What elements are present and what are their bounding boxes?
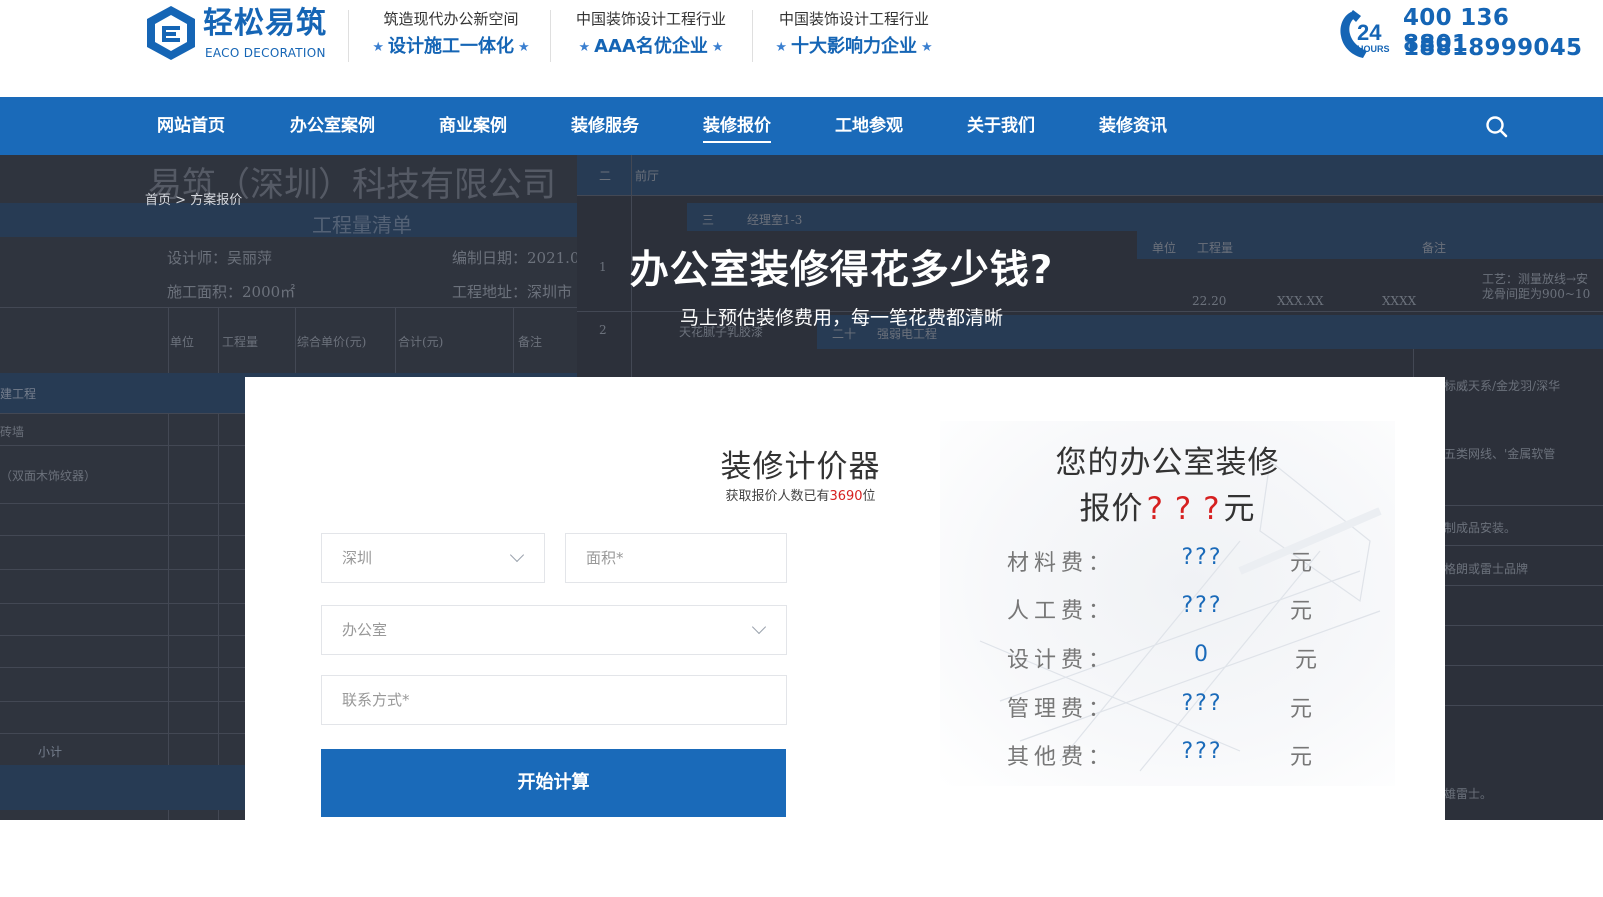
nav-item-commercial-cases[interactable]: 商业案例 bbox=[439, 97, 507, 155]
result-row-label: 管理费： bbox=[1007, 697, 1116, 722]
slogan-3-line2: ★ 十大影响力企业 ★ bbox=[757, 32, 951, 63]
space-type-value: 办公室 bbox=[342, 621, 388, 639]
header-divider bbox=[348, 10, 349, 62]
result-row-label: 材料费： bbox=[1007, 551, 1116, 576]
nav-item-quote[interactable]: 装修报价 bbox=[703, 97, 771, 155]
result-row-value: ??? bbox=[1181, 691, 1223, 716]
hero-title: 办公室装修得花多少钱? bbox=[629, 248, 1054, 293]
result-row-value: ??? bbox=[1181, 739, 1223, 764]
slogan-1-line1: 筑造现代办公新空间 bbox=[383, 10, 519, 28]
breadcrumb: 首页 > 方案报价 bbox=[145, 189, 242, 208]
city-select[interactable]: 深圳 bbox=[321, 533, 545, 583]
search-icon[interactable] bbox=[1484, 114, 1510, 140]
hotline: 24 HOURS 400 136 8801 18818999045 bbox=[1337, 4, 1582, 64]
result-row-unit: 元 bbox=[1290, 697, 1313, 722]
breadcrumb-home[interactable]: 首页 bbox=[145, 193, 171, 208]
result-row-unit: 元 bbox=[1290, 745, 1313, 770]
slogan-2: 中国装饰设计工程行业 ★ AAA名优企业 ★ bbox=[556, 8, 746, 64]
result-row-unit: 元 bbox=[1290, 551, 1313, 576]
result-row-label: 设计费： bbox=[1007, 648, 1116, 673]
quote-result-panel: 您的办公室装修 报价? ? ?元 材料费： ??? 元 人工费： ??? 元 设… bbox=[940, 421, 1395, 786]
header-divider bbox=[550, 10, 551, 62]
quote-count-suffix: 位 bbox=[862, 489, 876, 504]
result-row-unit: 元 bbox=[1295, 648, 1318, 673]
city-select-value: 深圳 bbox=[342, 549, 373, 567]
price-calculator-card: 装修计价器 获取报价人数已有3690位 深圳 办公室 开始计算 您的办公室装修 … bbox=[245, 377, 1445, 897]
result-total-unit: 元 bbox=[1223, 491, 1256, 527]
main-nav: 网站首页 办公室案例 商业案例 装修服务 装修报价 工地参观 关于我们 装修资讯 bbox=[0, 97, 1603, 155]
space-type-select[interactable]: 办公室 bbox=[321, 605, 787, 655]
result-row-value: ??? bbox=[1181, 593, 1223, 618]
slogan-1-line2-text: 设计施工一体化 bbox=[388, 36, 514, 57]
star-icon: ★ bbox=[372, 40, 384, 55]
star-icon: ★ bbox=[578, 40, 591, 55]
nav-item-office-cases[interactable]: 办公室案例 bbox=[290, 97, 375, 155]
logo-en-text: EACO DECORATION bbox=[205, 46, 326, 60]
slogan-3: 中国装饰设计工程行业 ★ 十大影响力企业 ★ bbox=[757, 8, 951, 64]
result-row-management: 管理费： ??? 元 bbox=[940, 687, 1395, 727]
header-divider bbox=[752, 10, 753, 62]
site-logo[interactable]: 轻松易筑 EACO DECORATION bbox=[145, 4, 330, 64]
hotline-phone-2[interactable]: 18818999045 bbox=[1403, 35, 1582, 61]
logo-cn-text: 轻松易筑 bbox=[203, 6, 327, 41]
result-row-material: 材料费： ??? 元 bbox=[940, 541, 1395, 581]
result-title: 您的办公室装修 bbox=[1055, 445, 1280, 481]
star-icon: ★ bbox=[711, 40, 724, 55]
nav-item-news[interactable]: 装修资讯 bbox=[1099, 97, 1167, 155]
breadcrumb-current: 方案报价 bbox=[190, 193, 243, 208]
star-icon: ★ bbox=[518, 40, 530, 55]
hero-subtitle: 马上预估装修费用，每一笔花费都清晰 bbox=[679, 307, 1003, 329]
contact-input[interactable] bbox=[321, 675, 787, 725]
phone-24-hours-icon: 24 HOURS bbox=[1340, 10, 1390, 58]
result-row-labor: 人工费： ??? 元 bbox=[940, 589, 1395, 629]
nav-item-home[interactable]: 网站首页 bbox=[157, 97, 225, 155]
quote-count-number: 3690 bbox=[829, 489, 863, 504]
nav-item-site-visit[interactable]: 工地参观 bbox=[835, 97, 903, 155]
logo-mark-icon bbox=[147, 6, 195, 60]
result-row-label: 其他费： bbox=[1007, 745, 1116, 770]
nav-item-services[interactable]: 装修服务 bbox=[571, 97, 639, 155]
slogan-3-line2-text: 十大影响力企业 bbox=[791, 36, 917, 57]
slogan-2-line2: ★ AAA名优企业 ★ bbox=[556, 32, 746, 63]
result-row-unit: 元 bbox=[1290, 599, 1313, 624]
slogan-2-line2-text: AAA名优企业 bbox=[594, 36, 708, 57]
star-icon: ★ bbox=[921, 40, 933, 55]
quote-count-prefix: 获取报价人数已有 bbox=[725, 489, 830, 504]
slogan-1: 筑造现代办公新空间 ★ 设计施工一体化 ★ bbox=[356, 8, 546, 64]
result-row-value: ??? bbox=[1181, 545, 1223, 570]
start-calculate-button[interactable]: 开始计算 bbox=[321, 749, 786, 817]
slogan-1-line2: ★ 设计施工一体化 ★ bbox=[356, 32, 546, 63]
star-icon: ★ bbox=[775, 40, 787, 55]
result-total-value: ? ? ? bbox=[1146, 491, 1221, 527]
slogan-2-line1: 中国装饰设计工程行业 bbox=[575, 10, 726, 28]
result-row-label: 人工费： bbox=[1007, 599, 1116, 624]
result-row-design: 设计费： 0 元 bbox=[940, 638, 1395, 678]
result-total: 报价? ? ?元 bbox=[940, 483, 1395, 528]
nav-item-about[interactable]: 关于我们 bbox=[967, 97, 1035, 155]
area-input[interactable] bbox=[565, 533, 787, 583]
result-row-value: 0 bbox=[1194, 642, 1210, 667]
result-total-prefix: 报价 bbox=[1079, 491, 1144, 527]
hotline-hours-text: HOURS bbox=[1357, 44, 1390, 54]
site-header: 轻松易筑 EACO DECORATION 筑造现代办公新空间 ★ 设计施工一体化 ★… bbox=[0, 0, 1603, 97]
breadcrumb-separator: > bbox=[175, 193, 187, 208]
slogan-3-line1: 中国装饰设计工程行业 bbox=[778, 10, 929, 28]
result-row-other: 其他费： ??? 元 bbox=[940, 735, 1395, 775]
hotline-24-text: 24 bbox=[1357, 20, 1382, 45]
